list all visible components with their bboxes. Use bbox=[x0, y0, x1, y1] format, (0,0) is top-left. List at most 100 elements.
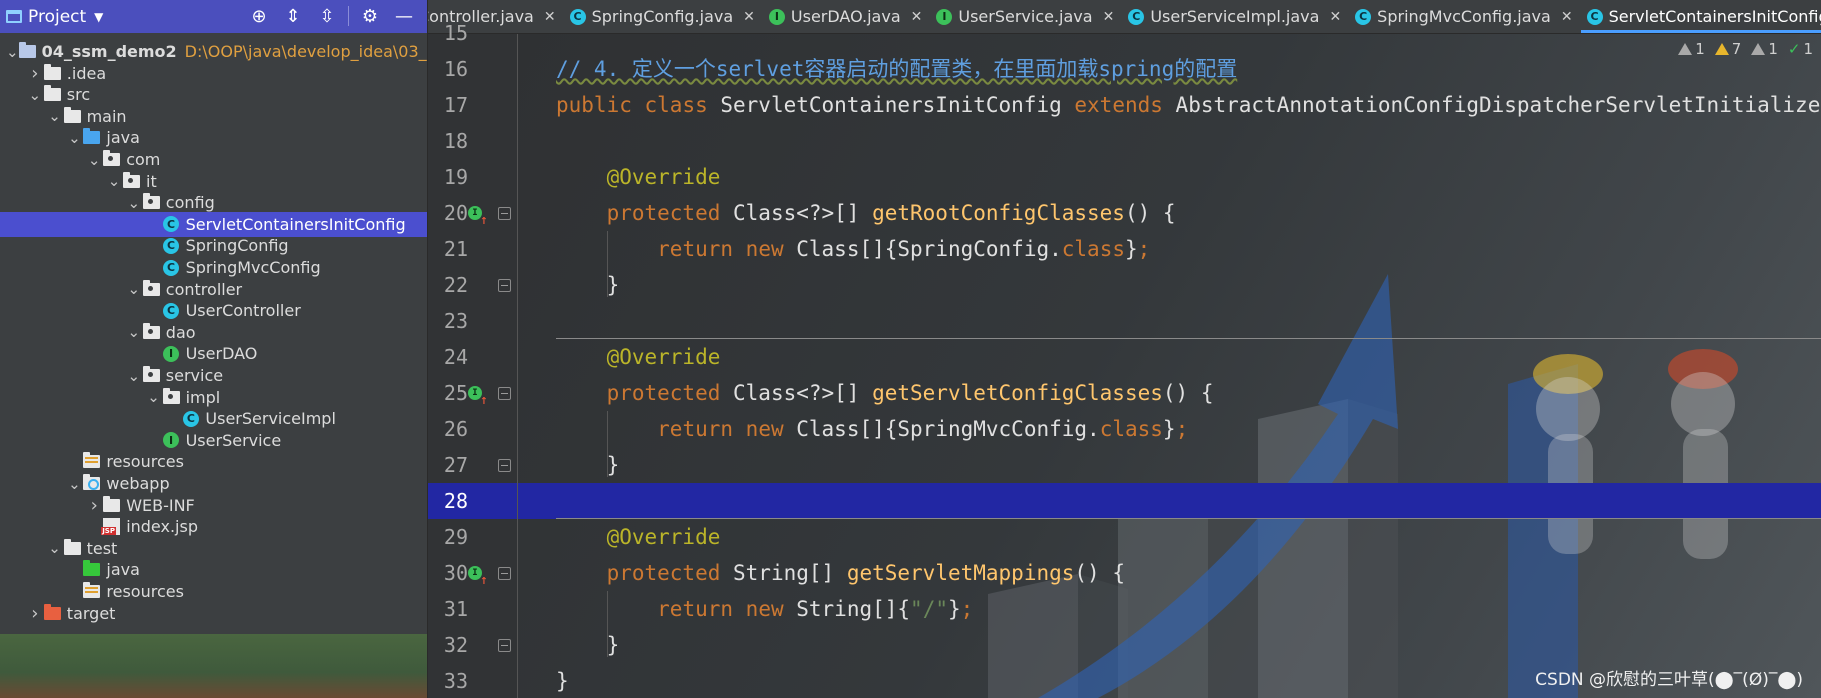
package-icon bbox=[142, 279, 160, 296]
code-token: ; bbox=[1137, 237, 1151, 261]
project-header: Project ▼ ⊕ ⇕ ⇳ ⚙ — bbox=[0, 0, 427, 33]
code-token: String[] bbox=[733, 561, 847, 585]
code-token: ; bbox=[960, 597, 974, 621]
chevron-down-icon[interactable]: ⌄ bbox=[65, 130, 83, 145]
weak-warning-count[interactable]: 1 bbox=[1751, 40, 1778, 58]
tree-item-label: resources bbox=[106, 452, 184, 472]
code-line: protected Class<?>[] getRootConfigClasse… bbox=[518, 195, 1821, 231]
fold-icon[interactable] bbox=[498, 279, 511, 292]
collapse-all-icon[interactable]: ⇳ bbox=[310, 0, 344, 33]
code-editor: Controller.java ✕ C SpringConfig.java ✕ I User… bbox=[428, 0, 1821, 698]
chevron-right-icon[interactable]: › bbox=[85, 495, 103, 516]
line-number-row: 24 bbox=[428, 339, 518, 375]
method-separator bbox=[556, 518, 1821, 519]
editor-tab[interactable]: C SpringConfig.java ✕ bbox=[564, 0, 763, 33]
editor-tab[interactable]: CServletContainersInitConfig.java✕ bbox=[1580, 0, 1821, 33]
editor-tab[interactable]: I UserDAO.java ✕ bbox=[763, 0, 930, 33]
chevron-down-icon[interactable]: ▼ bbox=[94, 10, 103, 24]
line-number: 24 bbox=[443, 345, 468, 369]
fold-icon[interactable] bbox=[498, 639, 511, 652]
tree-item-label: dao bbox=[165, 322, 196, 342]
code-token: () { bbox=[1124, 201, 1176, 225]
close-icon[interactable]: ✕ bbox=[1561, 9, 1573, 25]
code-token: ; bbox=[1175, 417, 1189, 441]
override-marker-icon[interactable]: I ↑ bbox=[468, 566, 488, 588]
resources-folder-icon bbox=[83, 582, 101, 598]
tree-item[interactable]: › target bbox=[0, 601, 427, 626]
chevron-down-icon[interactable]: ⌄ bbox=[65, 476, 83, 491]
chevron-down-icon[interactable]: ⌄ bbox=[85, 152, 103, 167]
line-number-row: 29 bbox=[428, 519, 518, 555]
code-line: return new Class[]{SpringConfig.class}; bbox=[518, 231, 1821, 267]
code-line-text: @Override bbox=[556, 519, 721, 555]
editor-tab[interactable]: C UserServiceImpl.java ✕ bbox=[1122, 0, 1349, 33]
warning-count[interactable]: 7 bbox=[1714, 40, 1741, 58]
code-line: } bbox=[518, 627, 1821, 663]
code-line: @Override bbox=[518, 159, 1821, 195]
close-icon[interactable]: ✕ bbox=[544, 9, 556, 25]
chevron-right-icon[interactable]: › bbox=[26, 603, 44, 624]
close-icon[interactable]: ✕ bbox=[743, 9, 755, 25]
chevron-down-icon[interactable]: ⌄ bbox=[46, 109, 64, 124]
chevron-right-icon[interactable]: › bbox=[26, 63, 44, 84]
folder-icon bbox=[63, 538, 81, 555]
expand-all-icon[interactable]: ⇕ bbox=[276, 0, 310, 33]
chevron-down-icon[interactable]: ⌄ bbox=[105, 174, 123, 189]
error-count[interactable]: 1 bbox=[1678, 40, 1705, 58]
crosshair-icon[interactable]: ⊕ bbox=[242, 0, 276, 33]
chevron-down-icon[interactable]: ⌄ bbox=[26, 87, 44, 102]
code-line-text: // 4. 定义一个serlvet容器启动的配置类，在里面加载spring的配置 bbox=[556, 51, 1237, 87]
fold-icon[interactable] bbox=[498, 567, 511, 580]
code-token: return bbox=[657, 417, 746, 441]
minimize-icon[interactable]: — bbox=[387, 0, 421, 33]
close-icon[interactable]: ✕ bbox=[911, 9, 923, 25]
module-folder-icon bbox=[18, 42, 36, 58]
close-icon[interactable]: ✕ bbox=[1103, 9, 1115, 25]
tree-item-label: UserController bbox=[185, 301, 301, 321]
chevron-down-icon[interactable]: ⌄ bbox=[125, 325, 143, 340]
line-number: 29 bbox=[443, 525, 468, 549]
folder-icon bbox=[43, 85, 61, 102]
editor-tab[interactable]: I UserService.java ✕ bbox=[930, 0, 1122, 33]
project-title[interactable]: Project bbox=[28, 7, 86, 27]
chevron-down-icon[interactable]: ⌄ bbox=[125, 195, 143, 210]
indent-guide bbox=[607, 591, 609, 657]
code-line-text: } bbox=[556, 663, 569, 698]
inspection-widget[interactable]: 1 7 1 ✓ 1 bbox=[1678, 40, 1813, 58]
tab-label: SpringConfig.java bbox=[591, 7, 734, 26]
line-number-row: 17 bbox=[428, 87, 518, 123]
gear-icon[interactable]: ⚙ bbox=[353, 0, 387, 33]
close-icon[interactable]: ✕ bbox=[1329, 9, 1341, 25]
csdn-watermark: CSDN @欣慰的三叶草(⬤‾(Ø)‾⬤) bbox=[1535, 670, 1803, 690]
editor-tab-bar: Controller.java ✕ C SpringConfig.java ✕ I User… bbox=[428, 0, 1821, 34]
code-token: @Override bbox=[606, 525, 721, 549]
code-line-text: } bbox=[556, 447, 620, 483]
fold-icon[interactable] bbox=[498, 387, 511, 400]
chevron-down-icon[interactable]: ⌄ bbox=[6, 44, 19, 59]
tree-item-label: main bbox=[86, 106, 127, 126]
override-marker-icon[interactable]: I ↑ bbox=[468, 206, 488, 228]
fold-icon[interactable] bbox=[498, 207, 511, 220]
line-number: 25 bbox=[443, 381, 468, 405]
chevron-down-icon[interactable]: ⌄ bbox=[125, 368, 143, 383]
line-number-row: 27 bbox=[428, 447, 518, 483]
line-number-row: 21 bbox=[428, 231, 518, 267]
tree-item-label: java bbox=[106, 560, 140, 580]
typo-count[interactable]: ✓ 1 bbox=[1788, 40, 1813, 58]
chevron-down-icon[interactable]: ⌄ bbox=[46, 541, 64, 556]
line-number: 33 bbox=[443, 669, 468, 693]
line-number: 20 bbox=[443, 201, 468, 225]
code-token: return bbox=[657, 237, 746, 261]
code-token: getServletConfigClasses bbox=[872, 381, 1163, 405]
chevron-down-icon[interactable]: ⌄ bbox=[125, 282, 143, 297]
chevron-down-icon[interactable]: ⌄ bbox=[145, 390, 163, 405]
tree-item-label: 04_ssm_demo2 bbox=[41, 42, 177, 61]
fold-icon[interactable] bbox=[498, 459, 511, 472]
package-icon bbox=[123, 171, 140, 188]
code-token: protected bbox=[606, 201, 734, 225]
class-icon: C bbox=[163, 216, 180, 233]
editor-tab[interactable]: C SpringMvcConfig.java ✕ bbox=[1349, 0, 1580, 33]
override-marker-icon[interactable]: I ↑ bbox=[468, 386, 488, 408]
